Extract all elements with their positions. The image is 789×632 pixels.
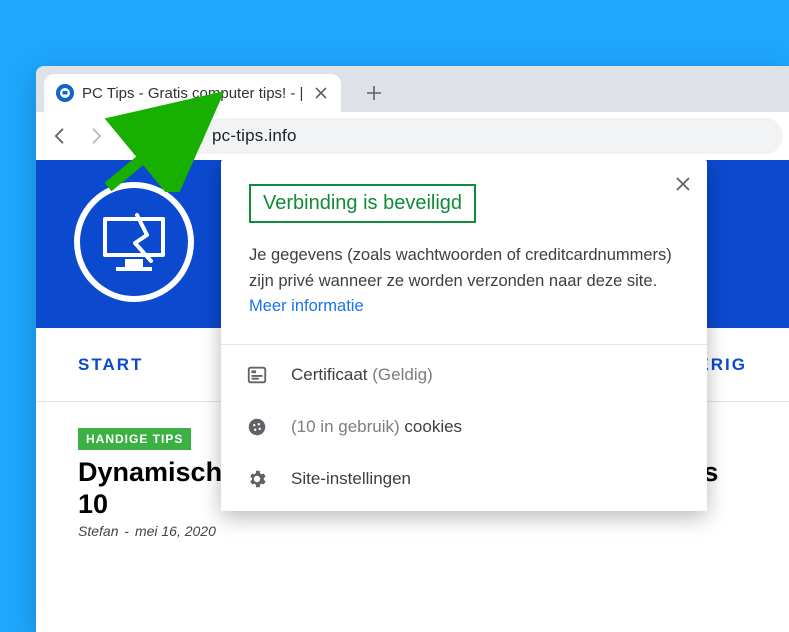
popover-body-text: Je gegevens (zoals wachtwoorden of credi… (249, 246, 672, 290)
popover-header: Verbinding is beveiligd (221, 160, 707, 237)
site-info-button[interactable] (170, 123, 204, 149)
category-badge[interactable]: HANDIGE TIPS (78, 428, 191, 450)
tab-strip: PC Tips - Gratis computer tips! - | (36, 66, 789, 112)
address-bar[interactable]: pc-tips.info (160, 118, 783, 154)
cookies-count: (10 in gebruik) (291, 417, 400, 436)
byline: Stefan - mei 16, 2020 (78, 523, 747, 539)
reload-button[interactable] (114, 118, 150, 154)
tab-title: PC Tips - Gratis computer tips! - | (82, 85, 303, 102)
cookies-item[interactable]: (10 in gebruik) cookies (221, 401, 707, 453)
browser-window: PC Tips - Gratis computer tips! - | pc-t… (36, 66, 789, 632)
browser-tab[interactable]: PC Tips - Gratis computer tips! - | (44, 74, 341, 112)
certificate-item[interactable]: Certificaat (Geldig) (221, 349, 707, 401)
certificate-label: Certificaat (Geldig) (291, 365, 433, 385)
author[interactable]: Stefan (78, 523, 118, 539)
url-text: pc-tips.info (212, 126, 297, 146)
certificate-status: (Geldig) (372, 365, 432, 384)
popover-description: Je gegevens (zoals wachtwoorden of credi… (221, 237, 707, 340)
toolbar: pc-tips.info (36, 112, 789, 160)
back-button[interactable] (42, 118, 78, 154)
forward-button[interactable] (78, 118, 114, 154)
site-logo (74, 182, 194, 302)
cookies-label: (10 in gebruik) cookies (291, 417, 462, 437)
favicon-icon (56, 84, 74, 102)
page-content: START OVERIG HANDIGE TIPS Dynamisch verg… (36, 160, 789, 632)
gear-icon (245, 467, 269, 491)
new-tab-button[interactable] (359, 78, 389, 108)
publish-date: mei 16, 2020 (135, 523, 216, 539)
connection-secure-badge: Verbinding is beveiligd (249, 184, 476, 223)
site-settings-label: Site-instellingen (291, 469, 411, 489)
nav-item-start[interactable]: START (78, 355, 143, 375)
site-info-popover: Verbinding is beveiligd Je gegevens (zoa… (221, 160, 707, 511)
lock-icon (180, 129, 194, 143)
close-tab-button[interactable] (313, 85, 329, 101)
certificate-icon (245, 363, 269, 387)
more-info-link[interactable]: Meer informatie (249, 297, 364, 315)
close-popover-button[interactable] (669, 170, 697, 198)
monitor-icon (103, 217, 165, 267)
popover-menu: Certificaat (Geldig) (10 in gebruik) coo… (221, 349, 707, 505)
divider (221, 344, 707, 345)
cookie-icon (245, 415, 269, 439)
site-settings-item[interactable]: Site-instellingen (221, 453, 707, 505)
